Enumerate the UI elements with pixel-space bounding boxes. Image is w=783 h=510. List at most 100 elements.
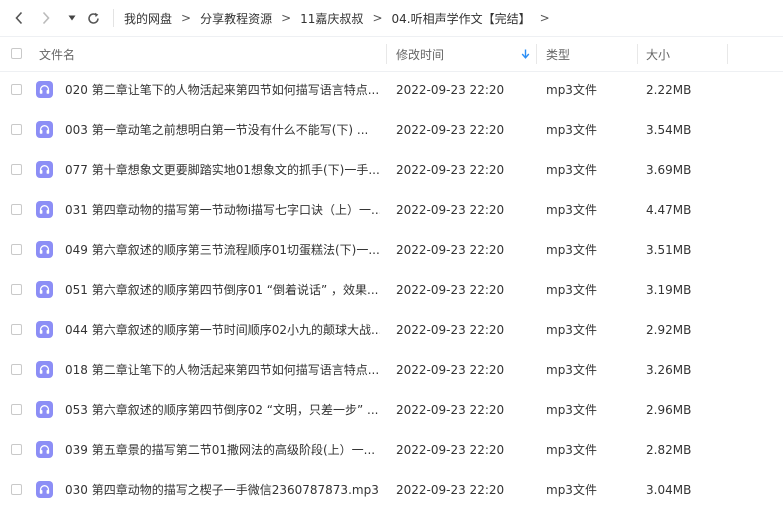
row-checkbox[interactable] <box>11 444 22 455</box>
column-divider[interactable] <box>637 44 638 64</box>
breadcrumb-item-author[interactable]: 11嘉庆叔叔 <box>300 10 363 27</box>
file-modified-time: 2022-09-23 22:20 <box>396 163 505 177</box>
row-checkbox[interactable] <box>11 164 22 175</box>
file-name[interactable]: 018 第二章让笔下的人物活起来第四节如何描写语言特点... <box>65 363 380 377</box>
file-modified-time: 2022-09-23 22:20 <box>396 83 505 97</box>
column-divider[interactable] <box>386 44 387 64</box>
file-name[interactable]: 049 第六章叙述的顺序第三节流程顺序01切蛋糕法(下)一... <box>65 243 380 257</box>
file-name[interactable]: 030 第四章动物的描写之楔子一手微信2360787873.mp3 <box>65 483 380 497</box>
column-header-name[interactable]: 文件名 <box>39 37 75 71</box>
file-type: mp3文件 <box>546 203 597 217</box>
file-type: mp3文件 <box>546 163 597 177</box>
file-modified-time: 2022-09-23 22:20 <box>396 323 505 337</box>
select-all-checkbox[interactable] <box>11 48 22 59</box>
file-modified-time: 2022-09-23 22:20 <box>396 403 505 417</box>
file-name[interactable]: 020 第二章让笔下的人物活起来第四节如何描写语言特点... <box>65 83 380 97</box>
file-type: mp3文件 <box>546 363 597 377</box>
row-checkbox[interactable] <box>11 484 22 495</box>
file-size: 3.54MB <box>646 123 692 137</box>
breadcrumb: 我的网盘 > 分享教程资源 > 11嘉庆叔叔 > 04.听相声学作文【完结】 > <box>113 0 559 36</box>
chevron-left-icon <box>15 11 23 25</box>
chevron-right-icon <box>42 11 50 25</box>
file-modified-time: 2022-09-23 22:20 <box>396 363 505 377</box>
file-modified-time: 2022-09-23 22:20 <box>396 203 505 217</box>
file-type: mp3文件 <box>546 443 597 457</box>
file-name[interactable]: 031 第四章动物的描写第一节动物i描写七字口诀（上）一... <box>65 203 380 217</box>
file-row[interactable]: 030 第四章动物的描写之楔子一手微信2360787873.mp3 2022-0… <box>0 470 783 510</box>
breadcrumb-separator: > <box>281 11 292 25</box>
file-size: 3.04MB <box>646 483 692 497</box>
row-checkbox[interactable] <box>11 364 22 375</box>
column-divider[interactable] <box>536 44 537 64</box>
file-row[interactable]: 003 第一章动笔之前想明白第一节没有什么不能写(下) ... 2022-09-… <box>0 110 783 150</box>
file-row[interactable]: 039 第五章景的描写第二节01撒网法的高级阶段(上）一... 2022-09-… <box>0 430 783 470</box>
column-header-size[interactable]: 大小 <box>646 37 670 71</box>
file-modified-time: 2022-09-23 22:20 <box>396 443 505 457</box>
caret-down-icon <box>68 15 76 21</box>
toolbar: 我的网盘 > 分享教程资源 > 11嘉庆叔叔 > 04.听相声学作文【完结】 > <box>0 0 783 36</box>
audio-headphones-icon <box>36 161 53 178</box>
file-name[interactable]: 044 第六章叙述的顺序第一节时间顺序02小九的颠球大战... <box>65 323 380 337</box>
file-name[interactable]: 077 第十章想象文更要脚踏实地01想象文的抓手(下)一手... <box>65 163 380 177</box>
row-checkbox[interactable] <box>11 124 22 135</box>
forward-button[interactable] <box>38 8 54 28</box>
audio-headphones-icon <box>36 121 53 138</box>
file-row[interactable]: 051 第六章叙述的顺序第四节倒序01 “倒着说话” ，效果... 2022-0… <box>0 270 783 310</box>
column-header-type[interactable]: 类型 <box>546 37 570 71</box>
file-type: mp3文件 <box>546 403 597 417</box>
file-size: 4.47MB <box>646 203 692 217</box>
audio-headphones-icon <box>36 401 53 418</box>
breadcrumb-item-share[interactable]: 分享教程资源 <box>200 10 272 27</box>
audio-headphones-icon <box>36 441 53 458</box>
file-modified-time: 2022-09-23 22:20 <box>396 123 505 137</box>
file-size: 2.22MB <box>646 83 692 97</box>
row-checkbox[interactable] <box>11 284 22 295</box>
breadcrumb-separator: > <box>372 11 383 25</box>
row-checkbox[interactable] <box>11 324 22 335</box>
file-size: 3.51MB <box>646 243 692 257</box>
file-row[interactable]: 031 第四章动物的描写第一节动物i描写七字口诀（上）一... 2022-09-… <box>0 190 783 230</box>
audio-headphones-icon <box>36 81 53 98</box>
column-header-modified[interactable]: 修改时间 <box>396 37 444 71</box>
file-row[interactable]: 053 第六章叙述的顺序第四节倒序02 “文明，只差一步” ... 2022-0… <box>0 390 783 430</box>
file-list-header: 文件名 修改时间 类型 大小 <box>0 36 783 72</box>
file-name[interactable]: 053 第六章叙述的顺序第四节倒序02 “文明，只差一步” ... <box>65 403 380 417</box>
refresh-button[interactable] <box>85 8 101 28</box>
column-divider[interactable] <box>727 44 728 64</box>
audio-headphones-icon <box>36 321 53 338</box>
breadcrumb-item-current[interactable]: 04.听相声学作文【完结】 <box>392 10 531 27</box>
file-size: 2.96MB <box>646 403 692 417</box>
file-size: 3.69MB <box>646 163 692 177</box>
audio-headphones-icon <box>36 201 53 218</box>
file-size: 3.19MB <box>646 283 692 297</box>
back-button[interactable] <box>11 8 27 28</box>
file-size: 2.92MB <box>646 323 692 337</box>
file-modified-time: 2022-09-23 22:20 <box>396 483 505 497</box>
breadcrumb-expand-chevron[interactable]: > <box>540 11 550 25</box>
file-row[interactable]: 044 第六章叙述的顺序第一节时间顺序02小九的颠球大战... 2022-09-… <box>0 310 783 350</box>
file-row[interactable]: 018 第二章让笔下的人物活起来第四节如何描写语言特点... 2022-09-2… <box>0 350 783 390</box>
file-type: mp3文件 <box>546 483 597 497</box>
row-checkbox[interactable] <box>11 244 22 255</box>
arrow-down-icon <box>521 49 530 59</box>
audio-headphones-icon <box>36 481 53 498</box>
file-size: 3.26MB <box>646 363 692 377</box>
file-modified-time: 2022-09-23 22:20 <box>396 243 505 257</box>
file-type: mp3文件 <box>546 83 597 97</box>
file-name[interactable]: 003 第一章动笔之前想明白第一节没有什么不能写(下) ... <box>65 123 380 137</box>
file-name[interactable]: 039 第五章景的描写第二节01撒网法的高级阶段(上）一... <box>65 443 380 457</box>
file-name[interactable]: 051 第六章叙述的顺序第四节倒序01 “倒着说话” ，效果... <box>65 283 380 297</box>
row-checkbox[interactable] <box>11 404 22 415</box>
sort-descending-icon[interactable] <box>521 37 530 71</box>
file-row[interactable]: 020 第二章让笔下的人物活起来第四节如何描写语言特点... 2022-09-2… <box>0 70 783 110</box>
file-type: mp3文件 <box>546 283 597 297</box>
audio-headphones-icon <box>36 281 53 298</box>
file-row[interactable]: 077 第十章想象文更要脚踏实地01想象文的抓手(下)一手... 2022-09… <box>0 150 783 190</box>
breadcrumb-item-root[interactable]: 我的网盘 <box>124 10 172 27</box>
audio-headphones-icon <box>36 241 53 258</box>
history-dropdown-button[interactable] <box>66 8 78 28</box>
row-checkbox[interactable] <box>11 204 22 215</box>
file-type: mp3文件 <box>546 123 597 137</box>
file-row[interactable]: 049 第六章叙述的顺序第三节流程顺序01切蛋糕法(下)一... 2022-09… <box>0 230 783 270</box>
row-checkbox[interactable] <box>11 84 22 95</box>
